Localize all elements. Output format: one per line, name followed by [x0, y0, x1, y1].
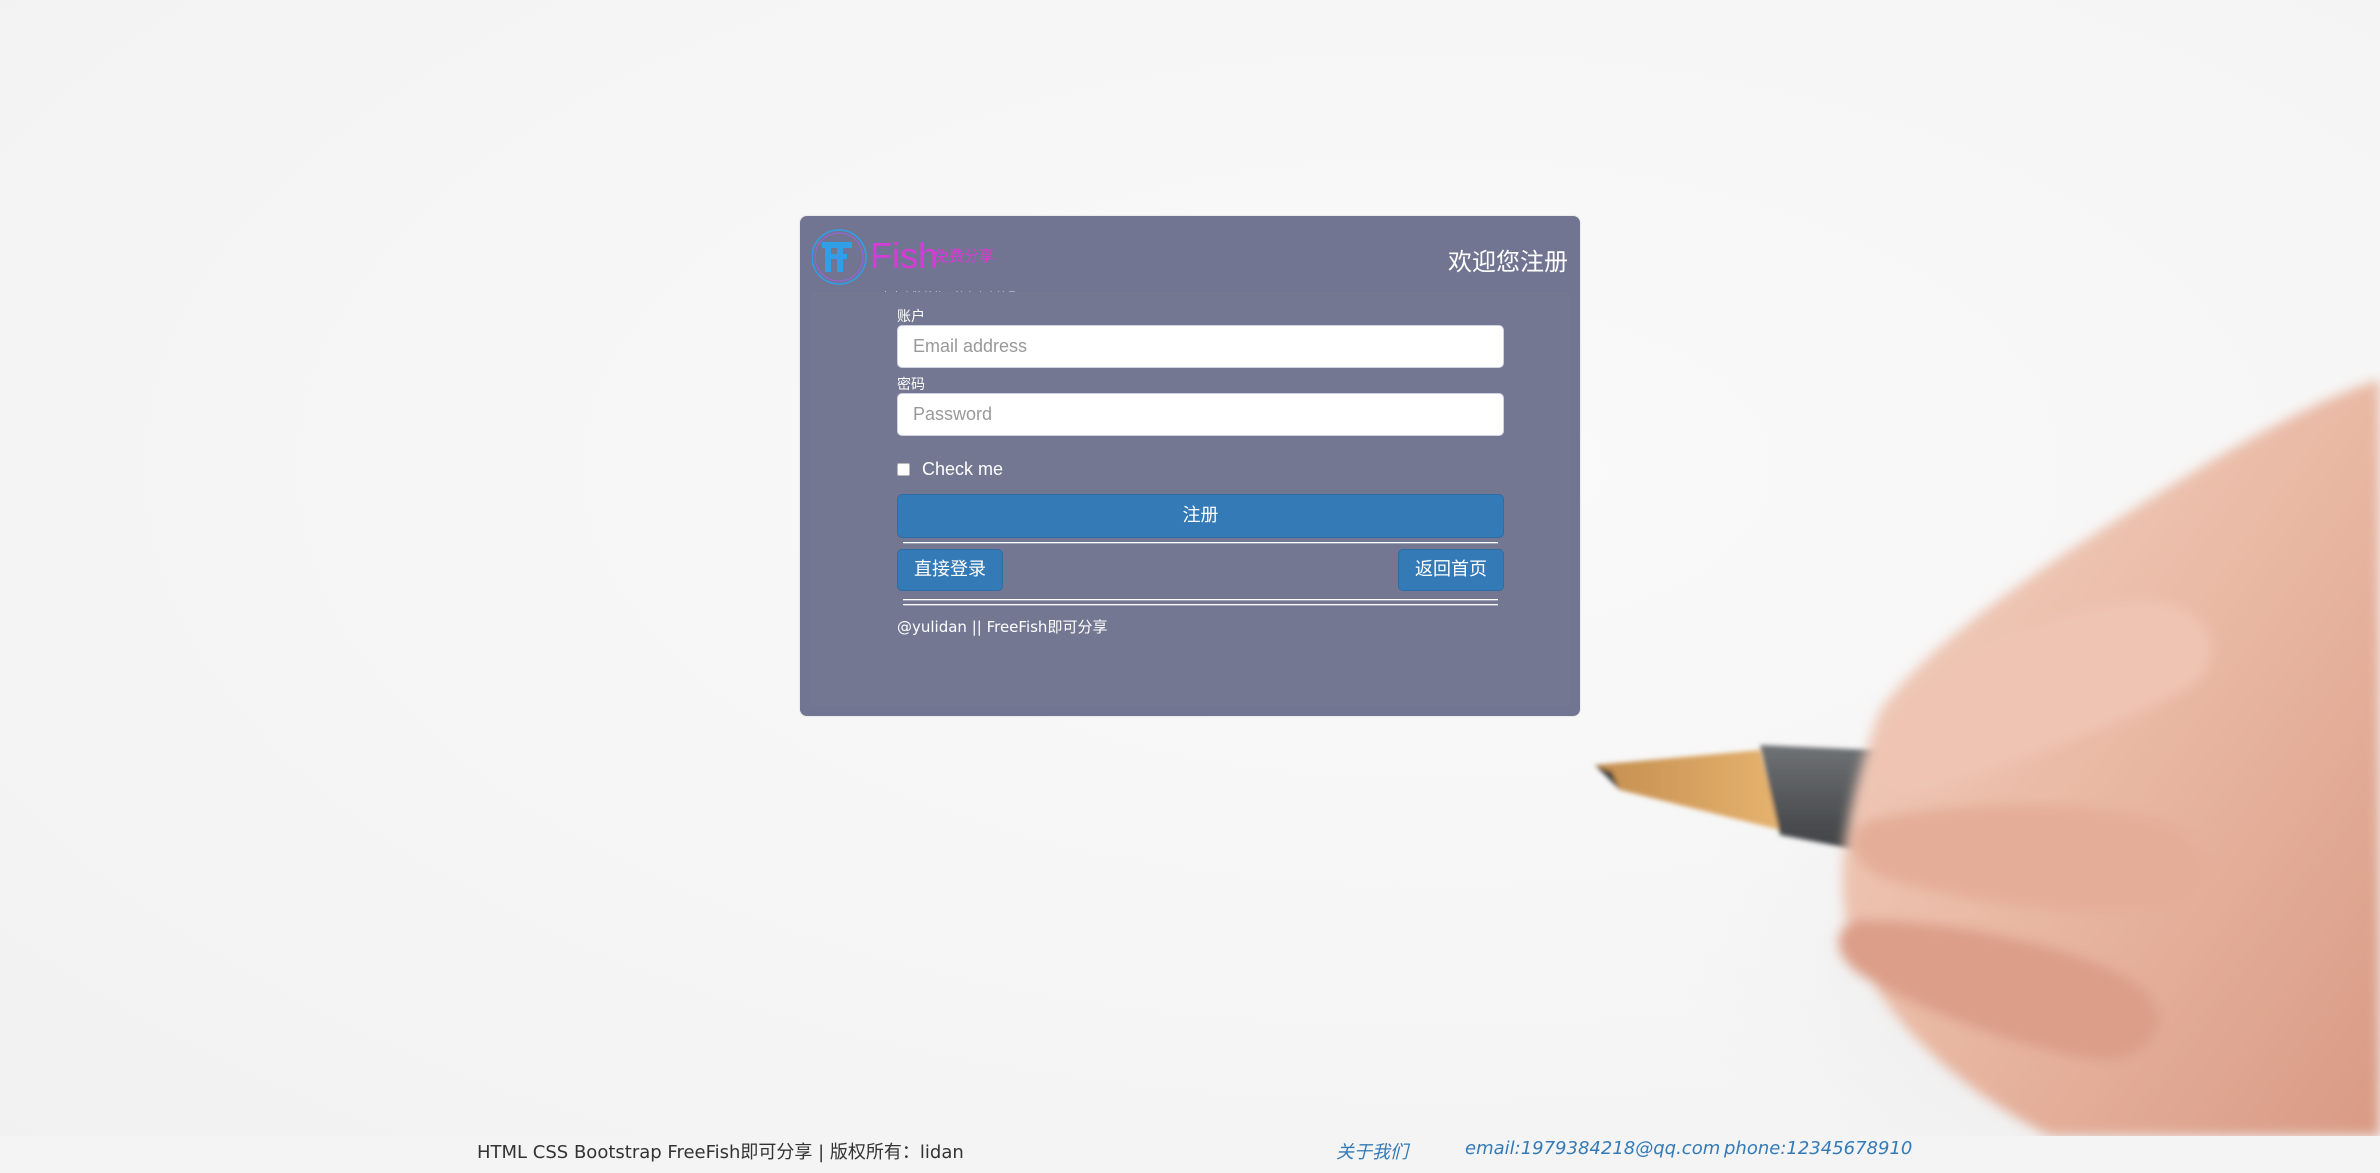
about-us-link[interactable]: 关于我们 [1336, 1138, 1408, 1164]
register-button[interactable]: 注册 [897, 494, 1504, 538]
panel-header: Fish 免费分享 专享大牌美妆，特享小众精品 欢迎您注册 [800, 216, 1580, 303]
check-me-checkbox[interactable] [897, 462, 910, 476]
footer [0, 1136, 2380, 1173]
logo-subtext: 免费分享 [934, 247, 994, 265]
email-link[interactable]: email:1979384218@qq.com [1465, 1138, 1720, 1159]
check-me-label[interactable]: Check me [922, 459, 1003, 480]
footer-copyright: HTML CSS Bootstrap FreeFish即可分享 | 版权所有：l… [477, 1142, 964, 1163]
password-field[interactable] [897, 393, 1504, 436]
divider [903, 604, 1498, 606]
register-panel: Fish 免费分享 专享大牌美妆，特享小众精品 欢迎您注册 账户 密码 Chec… [800, 216, 1580, 716]
divider [903, 542, 1498, 544]
page-title: 欢迎您注册 [1448, 248, 1568, 276]
email-field[interactable] [897, 325, 1504, 368]
password-label: 密码 [897, 377, 925, 393]
form-container: 账户 密码 Check me 注册 直接登录 返回首页 @yulidan || … [810, 292, 1570, 706]
account-label: 账户 [897, 309, 925, 325]
back-home-button[interactable]: 返回首页 [1398, 549, 1504, 591]
logo-text: Fish [870, 235, 938, 276]
author-credit: @yulidan || FreeFish即可分享 [897, 618, 1108, 636]
phone-link[interactable]: phone:12345678910 [1724, 1138, 1912, 1159]
check-me-row[interactable]: Check me [897, 458, 1003, 480]
login-button[interactable]: 直接登录 [897, 549, 1003, 591]
brand-logo[interactable]: Fish 免费分享 专享大牌美妆，特享小众精品 [811, 228, 1017, 303]
divider [903, 599, 1498, 601]
ff-logo-icon: Fish 免费分享 [811, 229, 994, 285]
